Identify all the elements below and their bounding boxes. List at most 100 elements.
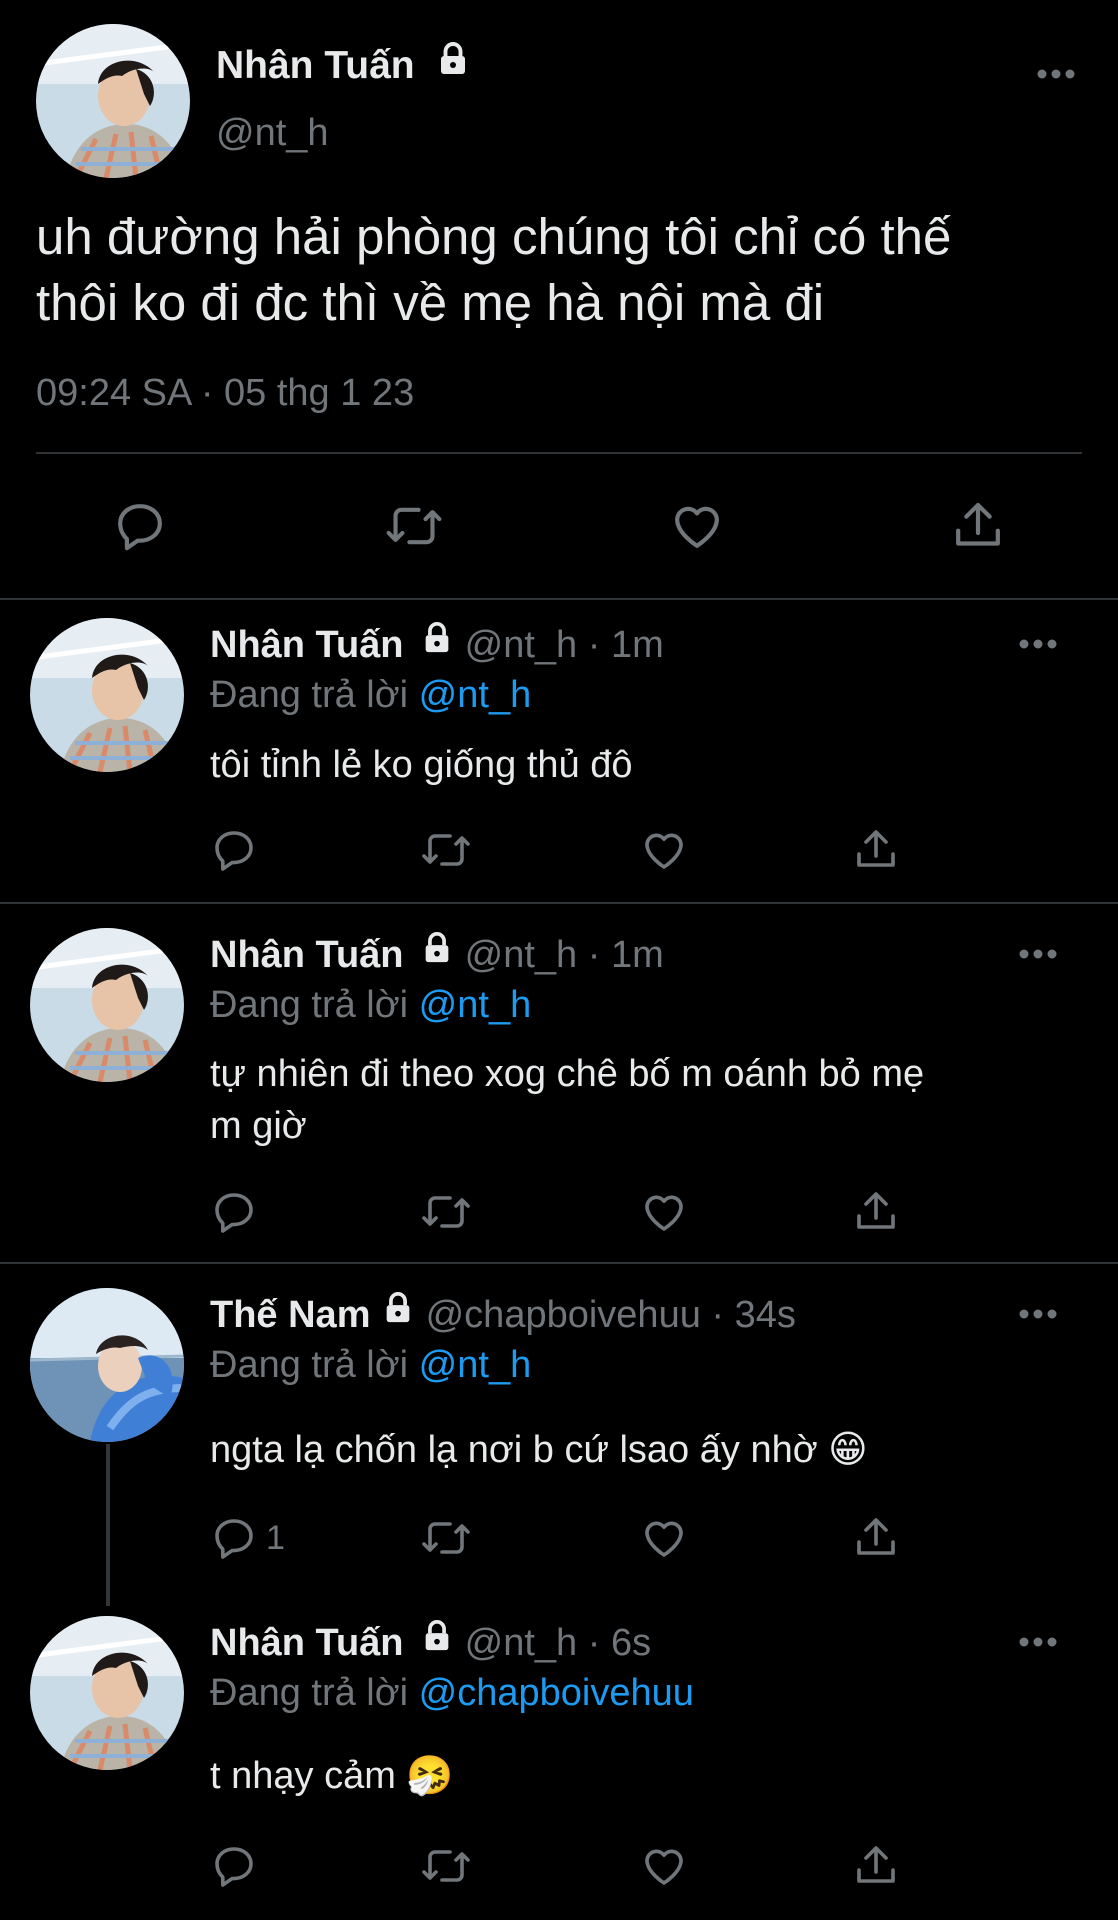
reply-text-line: tự nhiên đi theo xog chê bố m oánh bỏ mẹ	[210, 1053, 925, 1095]
tweet-text-line: thôi ko đi đc thì về mẹ hà nội mà đi	[36, 274, 825, 331]
reply-time[interactable]: · 6s	[588, 1622, 651, 1664]
replying-prefix: Đang trả lời	[210, 674, 409, 716]
reply-time[interactable]: · 34s	[711, 1294, 795, 1336]
reply-icon	[215, 1519, 253, 1559]
author-name[interactable]: Thế Nam	[210, 1294, 370, 1336]
retweet-icon	[422, 1196, 470, 1228]
divider	[0, 902, 1118, 904]
tweet-text: uh đường hải phòng chúng tôi chỉ có thế …	[36, 204, 951, 336]
replying-to: Đang trả lời @chapboivehuu	[210, 1672, 694, 1715]
share-icon	[857, 830, 895, 867]
share-icon	[956, 502, 1000, 546]
author-name[interactable]: Nhân Tuấn	[210, 1622, 404, 1664]
heart-icon	[645, 833, 683, 869]
avatar[interactable]	[30, 618, 184, 772]
like-button[interactable]	[640, 826, 688, 874]
author-handle[interactable]: @nt_h	[465, 1622, 578, 1664]
reply-text-line: ngta lạ chốn lạ nơi b cứ lsao ấy nhờ 😁	[210, 1429, 868, 1471]
replying-to: Đang trả lời @nt_h	[210, 674, 531, 717]
reply-button[interactable]	[112, 498, 168, 554]
reply-button[interactable]	[210, 1188, 258, 1236]
heart-icon	[675, 506, 719, 548]
author-name-text[interactable]: Nhân Tuấn	[216, 44, 415, 87]
replying-to-link[interactable]: @chapboivehuu	[419, 1672, 694, 1714]
author-handle[interactable]: @nt_h	[216, 112, 329, 155]
author-name[interactable]: Nhân Tuấn	[210, 624, 404, 666]
replying-to-link[interactable]: @nt_h	[419, 674, 532, 716]
tweet-timestamp[interactable]: 09:24 SA · 05 thg 1 23	[36, 372, 414, 415]
more-icon[interactable]	[1018, 1308, 1058, 1320]
tweet-date[interactable]: 05 thg 1 23	[224, 372, 414, 414]
retweet-button[interactable]	[384, 498, 444, 554]
reply-button[interactable]	[210, 826, 258, 874]
reply-text-line: tôi tỉnh lẻ ko giống thủ đô	[210, 744, 633, 786]
retweet-icon	[386, 507, 442, 545]
dot-separator: ·	[200, 372, 214, 414]
reply-text-line: m giờ	[210, 1105, 307, 1147]
lock-icon	[420, 931, 454, 975]
reply-time[interactable]: · 1m	[588, 624, 664, 666]
divider	[0, 598, 1118, 600]
tweet-time[interactable]: 09:24 SA	[36, 372, 190, 414]
replying-prefix: Đang trả lời	[210, 1672, 409, 1714]
more-icon[interactable]	[1018, 638, 1058, 650]
divider	[36, 452, 1082, 454]
retweet-button[interactable]	[420, 1514, 472, 1562]
replying-to: Đang trả lời @nt_h	[210, 984, 531, 1027]
reply-icon	[215, 831, 253, 871]
avatar[interactable]	[30, 1288, 184, 1442]
lock-icon	[420, 621, 454, 665]
share-button[interactable]	[852, 826, 900, 874]
author-handle[interactable]: @nt_h	[465, 934, 578, 976]
avatar[interactable]	[30, 928, 184, 1082]
like-button[interactable]	[668, 498, 726, 554]
avatar[interactable]	[30, 1616, 184, 1770]
thread-connector	[106, 1444, 110, 1606]
retweet-button[interactable]	[420, 826, 472, 874]
reply-icon	[118, 504, 162, 551]
heart-icon	[645, 1521, 683, 1557]
retweet-icon	[422, 1522, 470, 1554]
reply-header: Thế Nam @chapboivehuu · 34s	[210, 1291, 796, 1337]
author-handle[interactable]: @nt_h	[465, 624, 578, 666]
more-icon[interactable]	[1036, 68, 1076, 80]
reply-text-line: t nhạy cảm 🤧	[210, 1755, 454, 1797]
lock-icon	[381, 1291, 415, 1335]
reply-text: ngta lạ chốn lạ nơi b cứ lsao ấy nhờ 😁	[210, 1424, 868, 1476]
tweet-text-line: uh đường hải phòng chúng tôi chỉ có thế	[36, 208, 952, 265]
more-icon[interactable]	[1018, 948, 1058, 960]
reply-text: t nhạy cảm 🤧	[210, 1750, 454, 1802]
more-icon[interactable]	[1018, 1636, 1058, 1648]
share-button[interactable]	[852, 1188, 900, 1236]
author-name[interactable]: Nhân Tuấn	[216, 41, 471, 88]
retweet-button[interactable]	[420, 1188, 472, 1236]
reply-header: Nhân Tuấn @nt_h · 1m	[210, 931, 664, 977]
divider	[0, 1262, 1118, 1264]
like-button[interactable]	[640, 1188, 688, 1236]
share-icon	[857, 1518, 895, 1555]
reply-header: Nhân Tuấn @nt_h · 1m	[210, 621, 664, 667]
reply-button[interactable]	[210, 1842, 258, 1890]
like-button[interactable]	[640, 1514, 688, 1562]
replying-to: Đang trả lời @nt_h	[210, 1344, 531, 1387]
share-button[interactable]	[950, 498, 1006, 554]
lock-icon	[420, 1619, 454, 1663]
author-name[interactable]: Nhân Tuấn	[210, 934, 404, 976]
reply-header: Nhân Tuấn @nt_h · 6s	[210, 1619, 651, 1665]
avatar[interactable]	[36, 24, 190, 178]
reply-text: tôi tỉnh lẻ ko giống thủ đô	[210, 740, 633, 790]
share-button[interactable]	[852, 1514, 900, 1562]
like-button[interactable]	[640, 1842, 688, 1890]
share-icon	[857, 1192, 895, 1229]
share-button[interactable]	[852, 1842, 900, 1890]
reply-time[interactable]: · 1m	[588, 934, 664, 976]
replying-to-link[interactable]: @nt_h	[419, 1344, 532, 1386]
heart-icon	[645, 1195, 683, 1231]
replying-to-link[interactable]: @nt_h	[419, 984, 532, 1026]
reply-button[interactable]: 1	[210, 1514, 285, 1562]
author-handle[interactable]: @chapboivehuu	[426, 1294, 701, 1336]
reply-icon	[215, 1193, 253, 1233]
reply-text: tự nhiên đi theo xog chê bố m oánh bỏ mẹ…	[210, 1048, 924, 1152]
retweet-icon	[422, 834, 470, 866]
retweet-button[interactable]	[420, 1842, 472, 1890]
